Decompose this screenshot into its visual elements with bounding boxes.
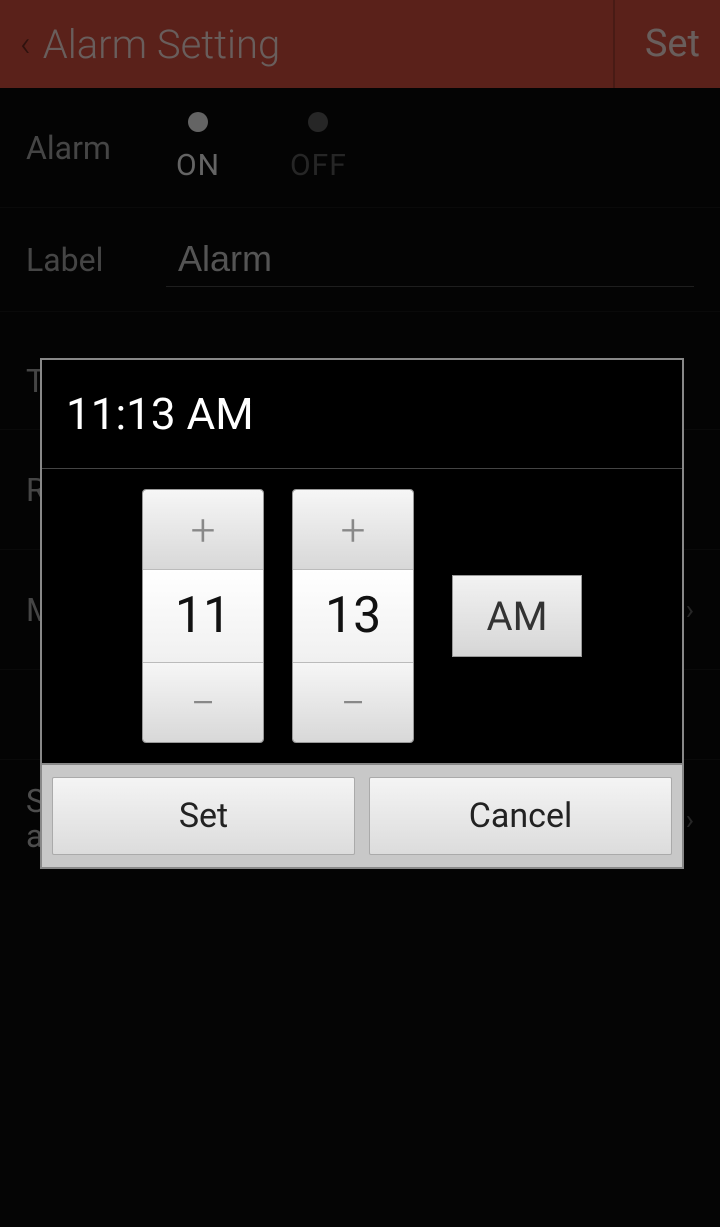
hour-decrement-button[interactable]: −: [143, 662, 263, 742]
minute-value[interactable]: 13: [293, 570, 413, 662]
time-picker-dialog: 11:13 AM + 11 − + 13 − AM: [40, 358, 684, 869]
plus-icon: +: [191, 504, 216, 556]
minus-icon: −: [341, 677, 366, 729]
ampm-toggle-button[interactable]: AM: [452, 575, 582, 657]
picker-area: + 11 − + 13 − AM: [42, 469, 682, 763]
dialog-title: 11:13 AM: [42, 360, 682, 469]
dialog-set-button[interactable]: Set: [52, 777, 355, 855]
minute-increment-button[interactable]: +: [293, 490, 413, 570]
dialog-cancel-button[interactable]: Cancel: [369, 777, 672, 855]
minute-spinner: + 13 −: [292, 489, 414, 743]
hour-spinner: + 11 −: [142, 489, 264, 743]
dialog-actions: Set Cancel: [42, 763, 682, 867]
screen: ‹ Alarm Setting Set Alarm ON OFF Label: [0, 0, 720, 1227]
minus-icon: −: [190, 677, 215, 729]
hour-value[interactable]: 11: [143, 570, 263, 662]
plus-icon: +: [341, 504, 366, 556]
minute-decrement-button[interactable]: −: [293, 662, 413, 742]
hour-increment-button[interactable]: +: [143, 490, 263, 570]
